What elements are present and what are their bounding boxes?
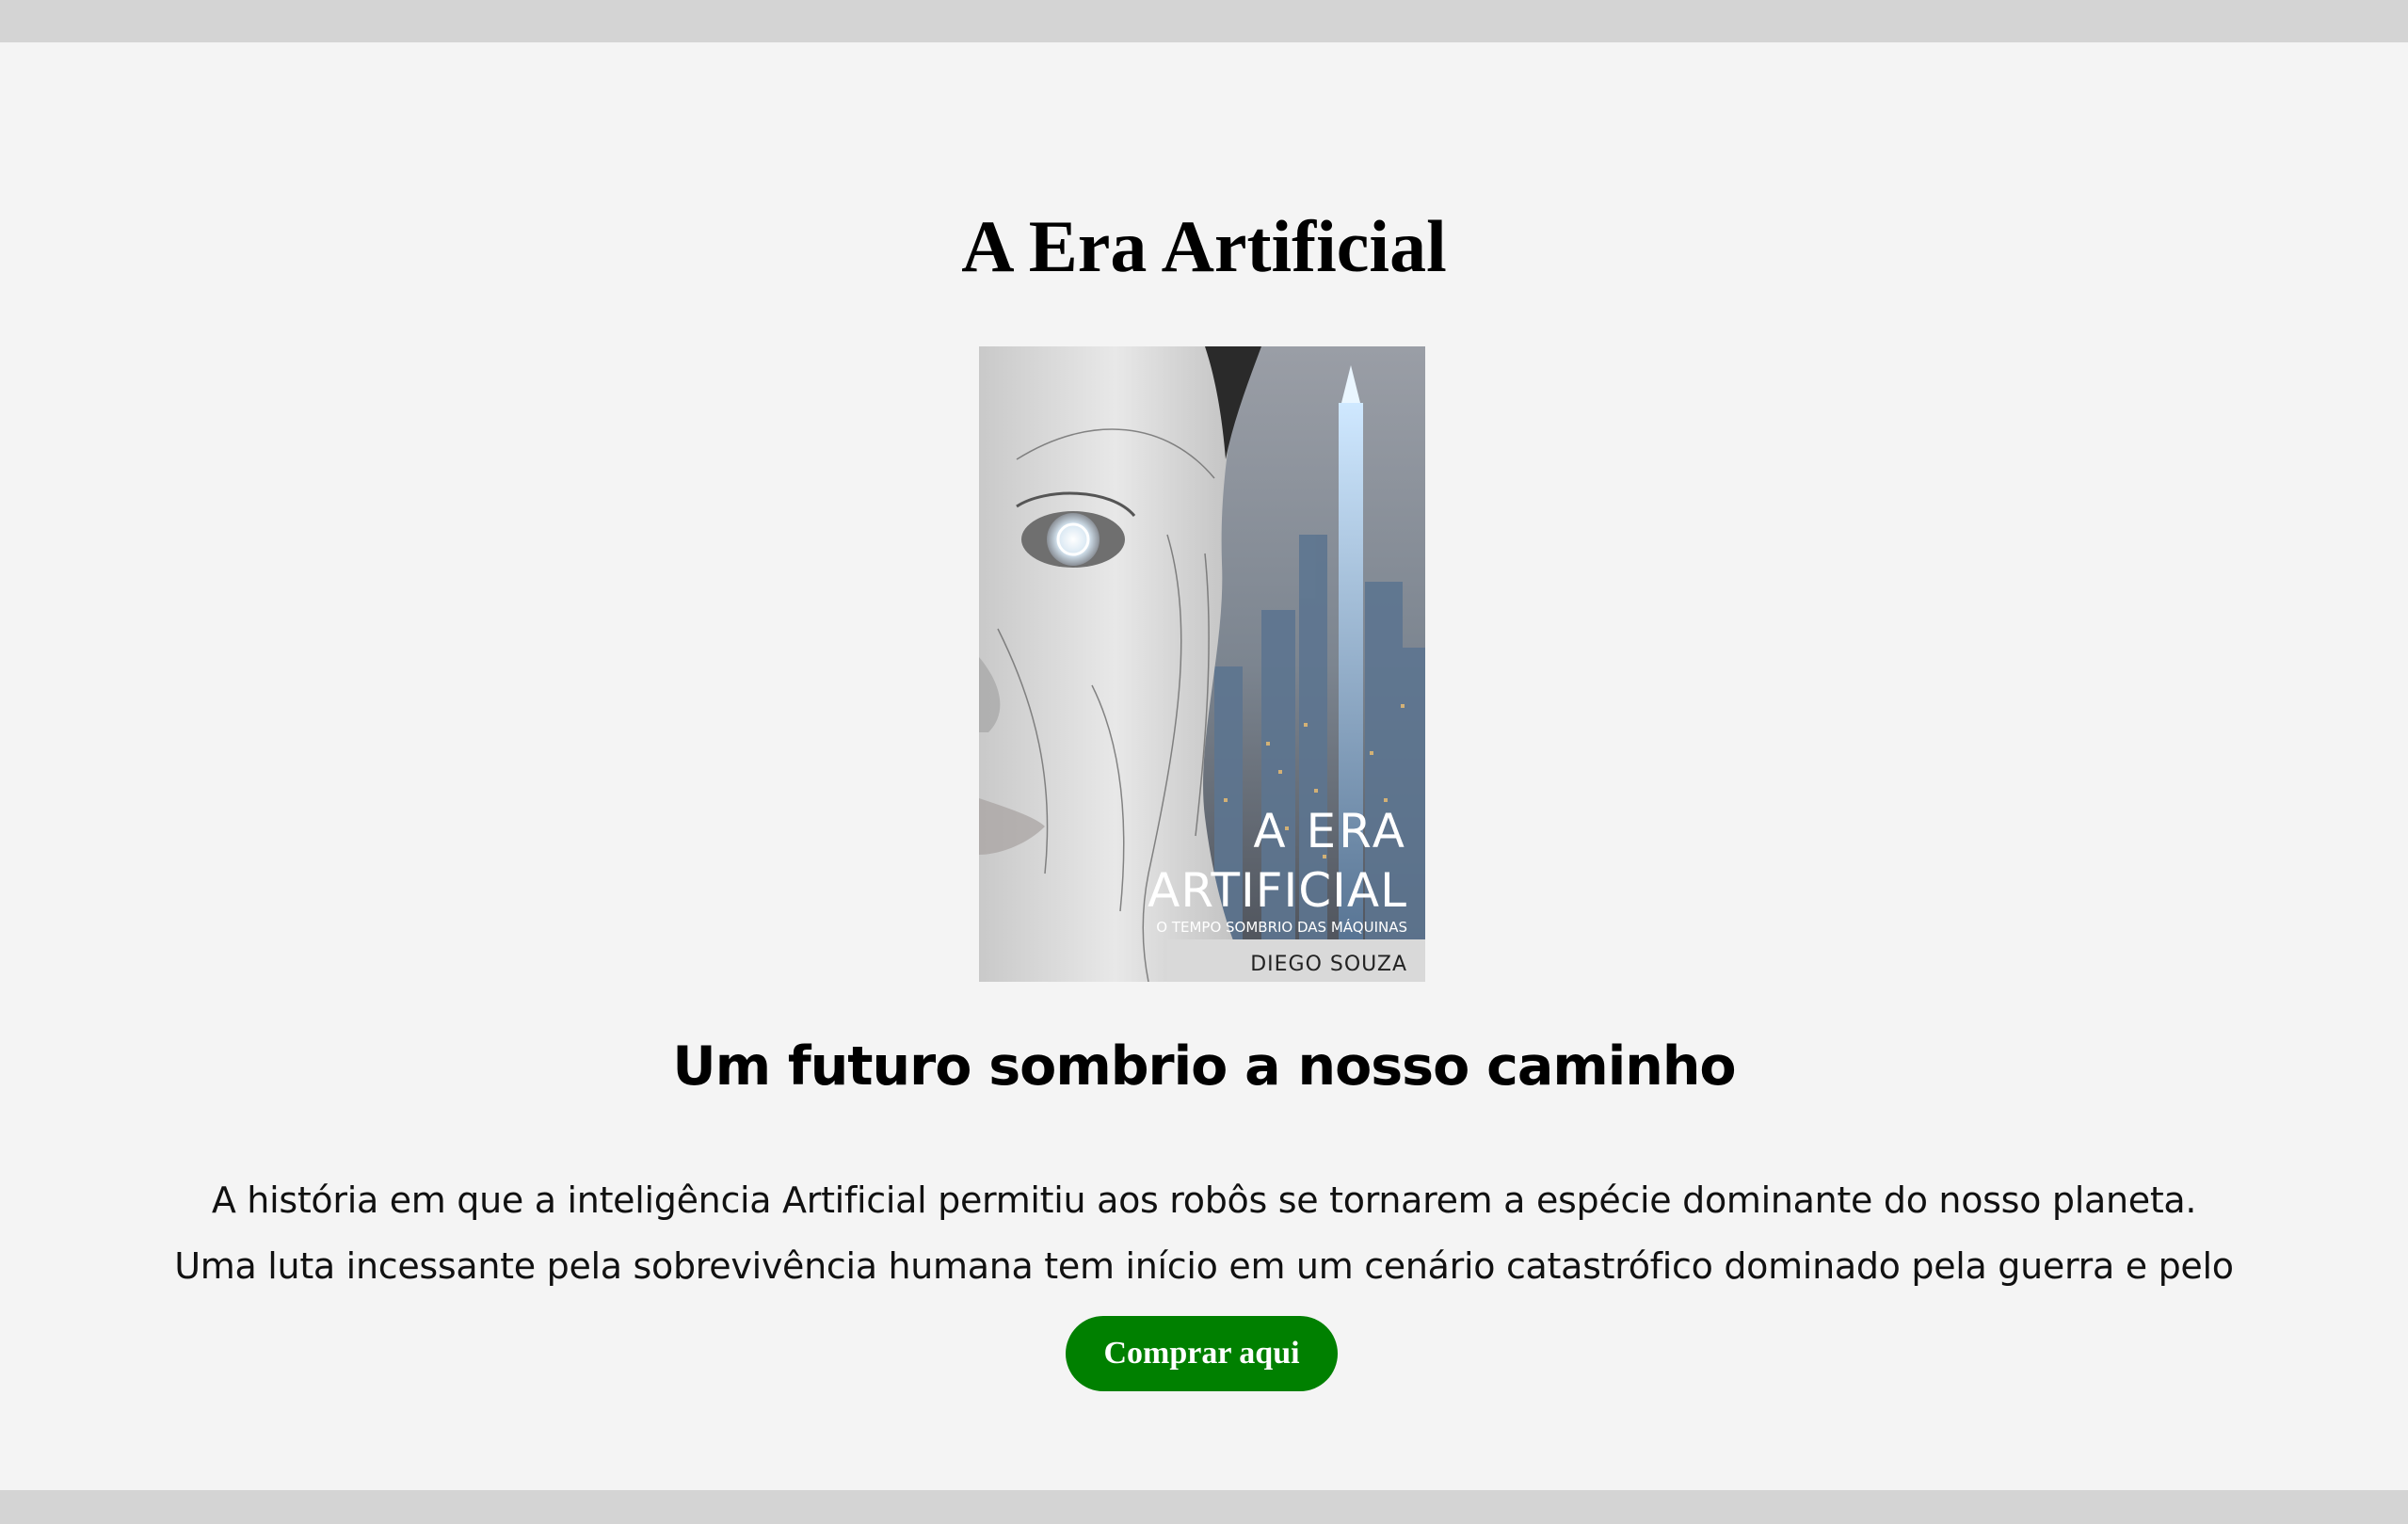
buy-button[interactable]: Comprar aqui <box>1066 1316 1338 1391</box>
book-cover-image: A ERA ARTIFICIAL O TEMPO SOMBRIO DAS MÁQ… <box>979 346 1425 982</box>
content-card: A Era Artificial A ERA ARTIFICIAL O TEMP… <box>0 42 2408 1490</box>
section-heading: Um futuro sombrio a nosso caminho <box>672 1035 1736 1098</box>
svg-text:ARTIFICIAL: ARTIFICIAL <box>1148 863 1407 918</box>
svg-text:A ERA: A ERA <box>1253 804 1407 858</box>
svg-text:O TEMPO SOMBRIO DAS MÁQUINAS: O TEMPO SOMBRIO DAS MÁQUINAS <box>1156 918 1407 936</box>
page-title: A Era Artificial <box>961 205 1447 287</box>
svg-text:DIEGO SOUZA: DIEGO SOUZA <box>1250 953 1407 976</box>
